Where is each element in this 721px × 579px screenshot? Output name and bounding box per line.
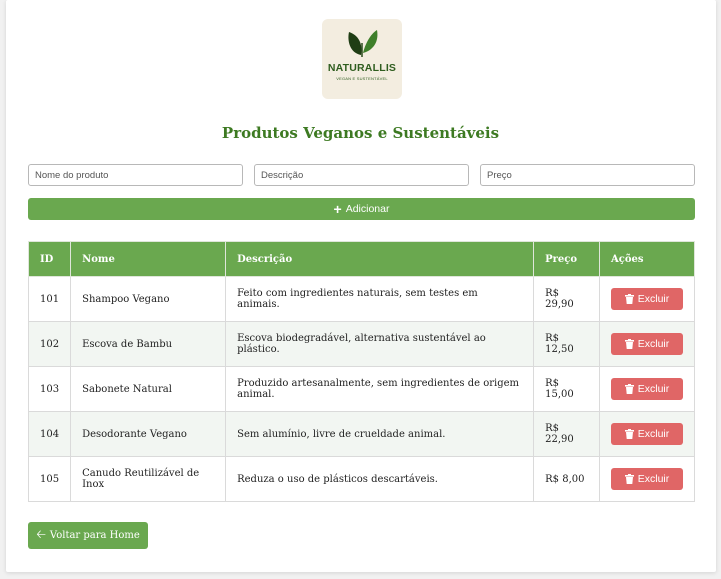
table-row: 105 Canudo Reutilizável de Inox Reduza o… — [27, 456, 695, 502]
cell-name: Desodorante Vegano — [70, 411, 227, 457]
cell-name: Shampoo Vegano — [70, 276, 227, 322]
plus-icon: + — [333, 200, 342, 217]
trash-icon — [624, 339, 634, 349]
cell-id: 103 — [27, 366, 72, 412]
products-table: ID Nome Descrição Preço Ações 101 Shampo… — [27, 241, 695, 502]
cell-price: R$ 15,00 — [533, 366, 600, 412]
cell-id: 102 — [27, 321, 72, 367]
price-input[interactable] — [480, 164, 695, 186]
cell-actions: Excluir — [599, 321, 695, 367]
add-button[interactable]: + Adicionar — [28, 198, 695, 220]
delete-button[interactable]: Excluir — [611, 333, 683, 355]
delete-button[interactable]: Excluir — [611, 288, 683, 310]
header-description: Descrição — [225, 241, 535, 277]
delete-button-label: Excluir — [637, 293, 670, 305]
header-id: ID — [27, 241, 72, 277]
delete-button[interactable]: Excluir — [611, 378, 683, 400]
trash-icon — [624, 429, 634, 439]
description-input[interactable] — [254, 164, 469, 186]
header-price: Preço — [533, 241, 600, 277]
trash-icon — [624, 474, 634, 484]
cell-price: R$ 29,90 — [533, 276, 600, 322]
cell-name: Sabonete Natural — [70, 366, 227, 412]
brand-tagline: VEGAN E SUSTENTÁVEL — [336, 76, 388, 81]
table-row: 103 Sabonete Natural Produzido artesanal… — [27, 366, 695, 412]
delete-button-label: Excluir — [637, 383, 670, 395]
brand-name: NATURALLIS — [327, 62, 397, 74]
back-home-label: Voltar para Home — [49, 530, 140, 541]
table-row: 101 Shampoo Vegano Feito com ingrediente… — [27, 276, 695, 322]
add-button-label: Adicionar — [345, 203, 390, 215]
brand-logo: NATURALLIS VEGAN E SUSTENTÁVEL — [322, 19, 402, 99]
cell-actions: Excluir — [599, 411, 695, 457]
header-name: Nome — [70, 241, 227, 277]
delete-button-label: Excluir — [637, 473, 670, 485]
cell-actions: Excluir — [599, 456, 695, 502]
arrow-left-icon: 🡠 — [36, 527, 46, 541]
table-header-row: ID Nome Descrição Preço Ações — [27, 241, 695, 277]
cell-name: Canudo Reutilizável de Inox — [70, 456, 227, 502]
cell-description: Reduza o uso de plásticos descartáveis. — [225, 456, 535, 502]
trash-icon — [624, 294, 634, 304]
leaf-icon — [348, 30, 378, 58]
product-name-input[interactable] — [28, 164, 243, 186]
back-home-button[interactable]: 🡠 Voltar para Home — [28, 522, 148, 549]
cell-actions: Excluir — [599, 276, 695, 322]
cell-description: Feito com ingredientes naturais, sem tes… — [225, 276, 535, 322]
cell-description: Sem alumínio, livre de crueldade animal. — [225, 411, 535, 457]
delete-button-label: Excluir — [637, 338, 670, 350]
delete-button[interactable]: Excluir — [611, 468, 683, 490]
cell-price: R$ 22,90 — [533, 411, 600, 457]
cell-name: Escova de Bambu — [70, 321, 227, 367]
delete-button[interactable]: Excluir — [611, 423, 683, 445]
cell-price: R$ 12,50 — [533, 321, 600, 367]
table-row: 102 Escova de Bambu Escova biodegradável… — [27, 321, 695, 367]
cell-id: 104 — [27, 411, 72, 457]
page-title: Produtos Veganos e Sustentáveis — [221, 124, 500, 142]
delete-button-label: Excluir — [637, 428, 670, 440]
cell-description: Produzido artesanalmente, sem ingredient… — [225, 366, 535, 412]
trash-icon — [624, 384, 634, 394]
cell-id: 101 — [27, 276, 72, 322]
cell-id: 105 — [27, 456, 72, 502]
cell-actions: Excluir — [599, 366, 695, 412]
table-row: 104 Desodorante Vegano Sem alumínio, liv… — [27, 411, 695, 457]
cell-description: Escova biodegradável, alternativa susten… — [225, 321, 535, 367]
cell-price: R$ 8,00 — [533, 456, 600, 502]
header-actions: Ações — [599, 241, 695, 277]
